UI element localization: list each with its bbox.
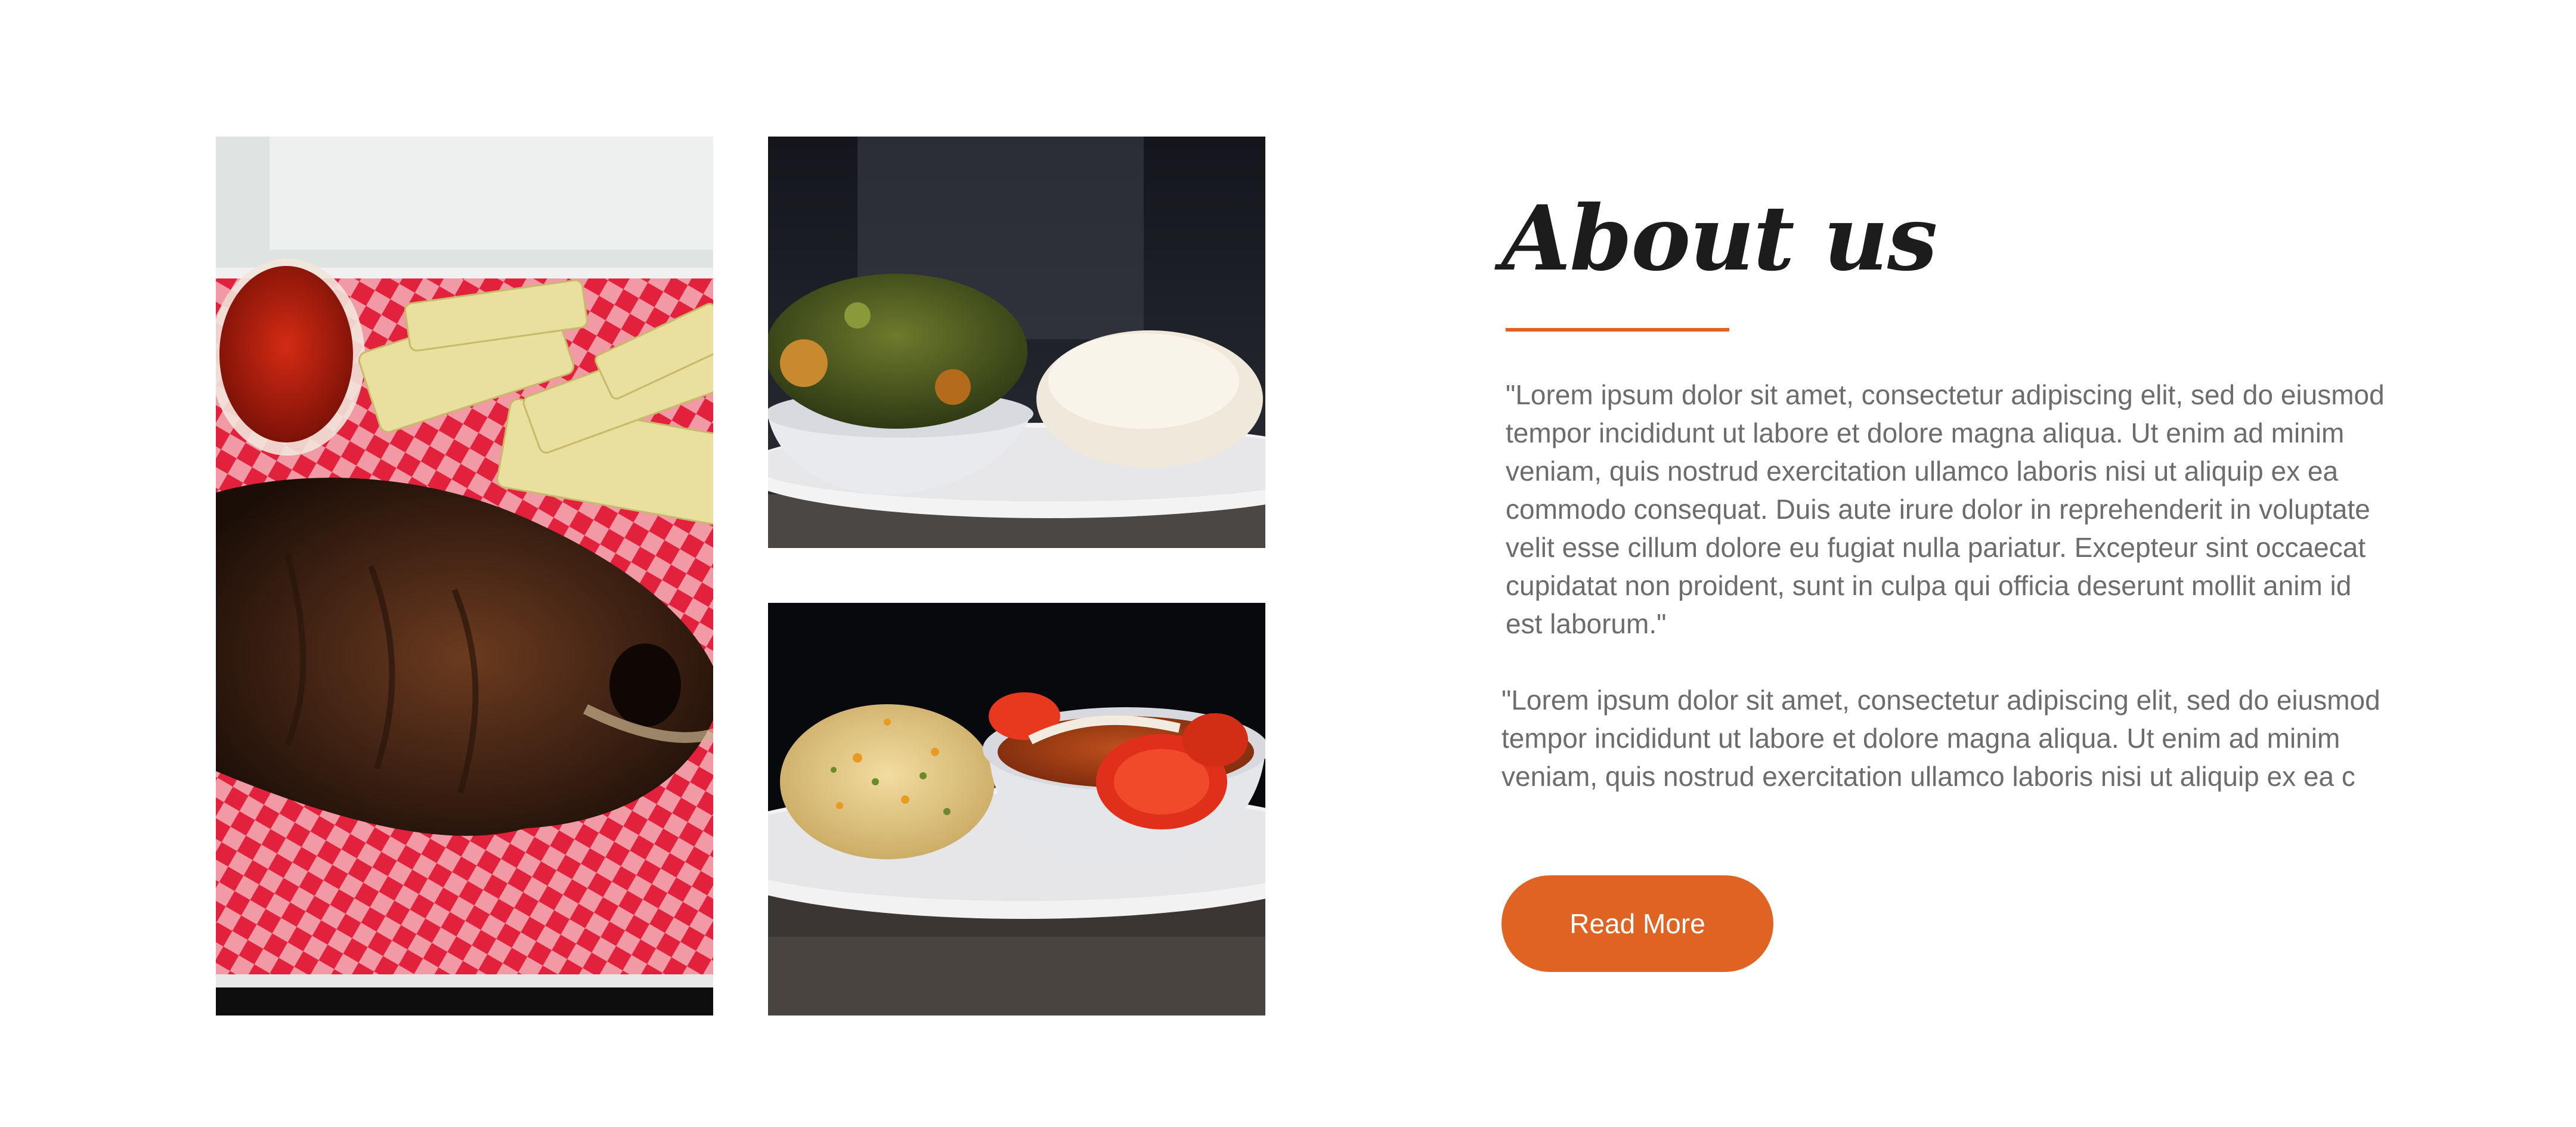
about-paragraph-2: "Lorem ipsum dolor sit amet, consectetur…: [1501, 685, 2380, 792]
about-paragraph-1: "Lorem ipsum dolor sit amet, consectetur…: [1506, 379, 2385, 639]
fried-rice-photo: [768, 603, 1265, 1015]
read-more-button[interactable]: Read More: [1501, 875, 1773, 972]
title-underline: [1506, 328, 1729, 332]
about-section: About us "Lorem ipsum dolor sit amet, co…: [0, 0, 2576, 1127]
grilled-fish-photo: [216, 137, 713, 1015]
about-content: About us "Lorem ipsum dolor sit amet, co…: [1501, 179, 2396, 972]
about-title: About us: [1501, 186, 1937, 291]
vegetable-soup-photo: [768, 137, 1265, 548]
